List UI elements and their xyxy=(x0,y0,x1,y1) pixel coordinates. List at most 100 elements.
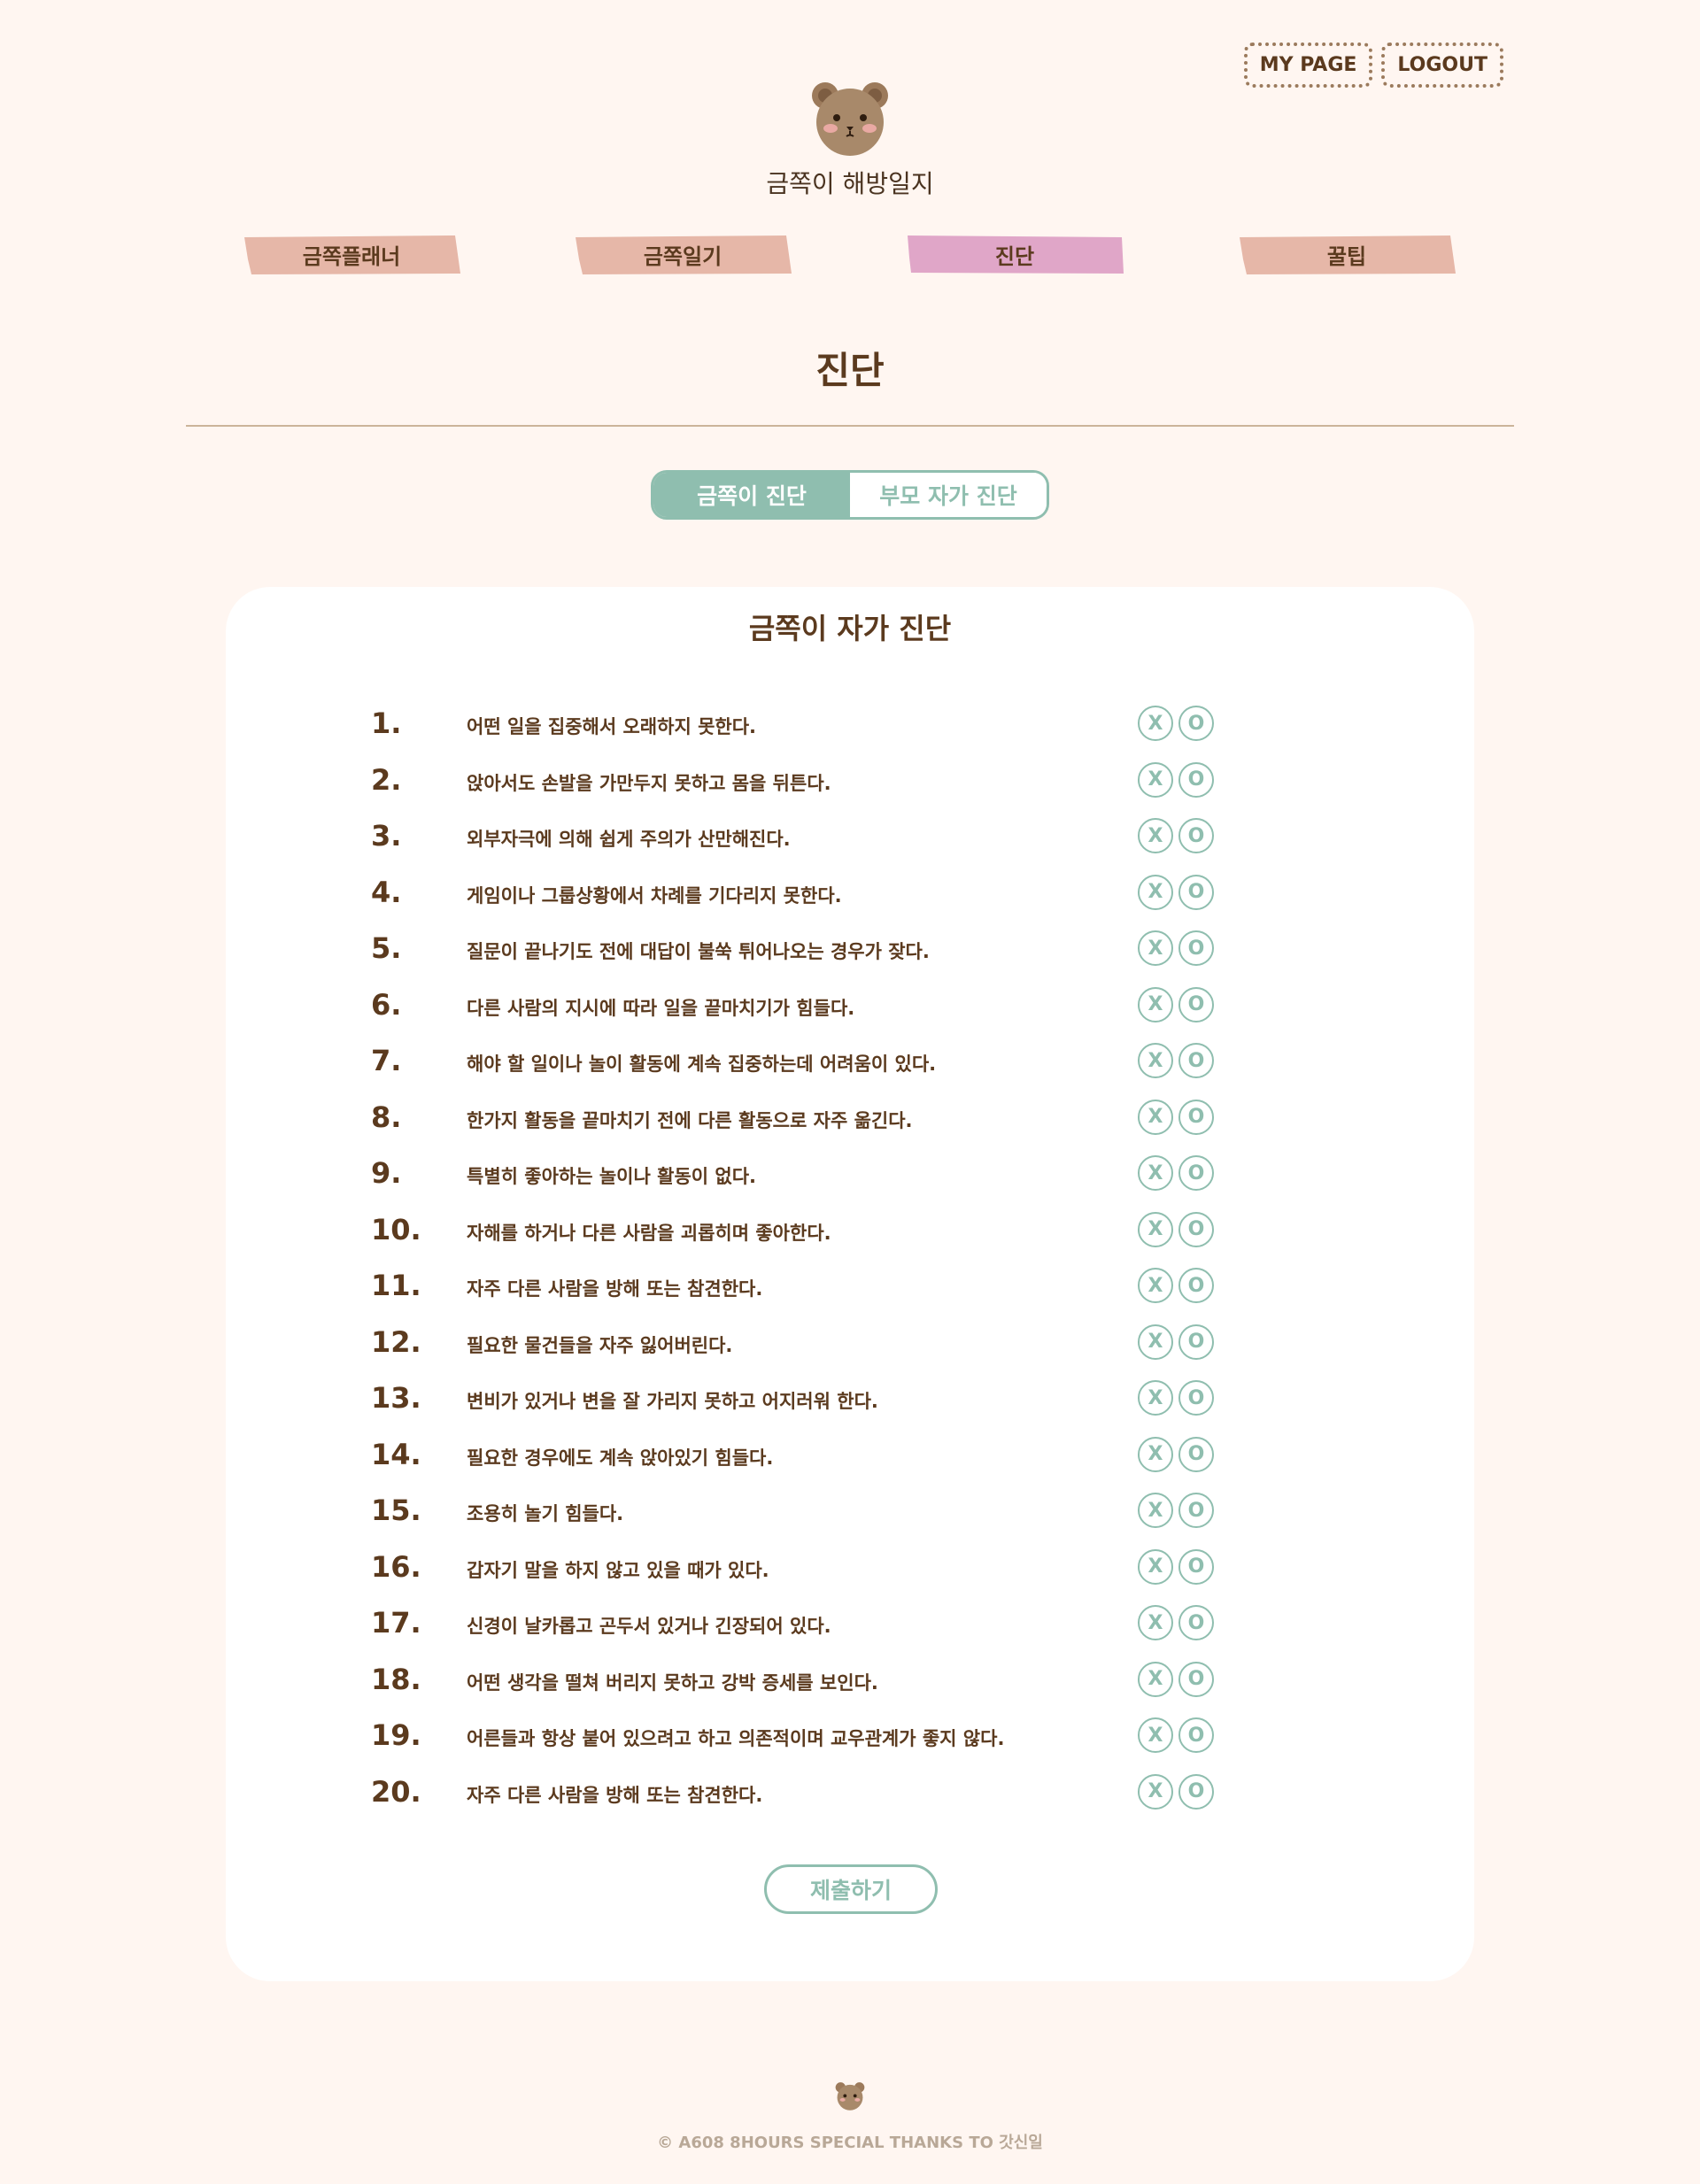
question-number: 6. xyxy=(371,987,402,1022)
tab-parent-self-diagnosis[interactable]: 부모 자가 진단 xyxy=(850,473,1047,517)
question-number: 14. xyxy=(371,1437,421,1471)
question-row: 8. 한가지 활동을 끝마치기 전에 다른 활동으로 자주 옮긴다. X O xyxy=(226,1095,1474,1139)
answer-yes-button[interactable]: O xyxy=(1178,1211,1214,1247)
question-row: 19. 어른들과 항상 붙어 있으려고 하고 의존적이며 교우관계가 좋지 않다.… xyxy=(226,1713,1474,1757)
answer-yes-button[interactable]: O xyxy=(1178,874,1214,910)
answer-no-button[interactable]: X xyxy=(1138,1493,1173,1528)
nav-item-tips[interactable]: 꿀팁 xyxy=(1238,233,1456,275)
question-number: 20. xyxy=(371,1774,421,1809)
question-number: 15. xyxy=(371,1493,421,1527)
answer-yes-button[interactable]: O xyxy=(1178,761,1214,798)
question-number: 1. xyxy=(371,706,402,740)
nav-item-diary[interactable]: 금쪽일기 xyxy=(574,233,792,275)
question-number: 9. xyxy=(371,1156,402,1190)
answer-no-button[interactable]: X xyxy=(1138,874,1173,910)
answer-no-button[interactable]: X xyxy=(1138,1380,1173,1416)
answer-yes-button[interactable]: O xyxy=(1178,1717,1214,1753)
question-text: 필요한 물건들을 자주 잃어버린다. xyxy=(467,1334,733,1356)
answer-no-button[interactable]: X xyxy=(1138,930,1173,966)
question-row: 14. 필요한 경우에도 계속 앉아있기 힘들다. X O xyxy=(226,1432,1474,1477)
submit-button[interactable]: 제출하기 xyxy=(764,1864,938,1914)
question-row: 18. 어떤 생각을 떨쳐 버리지 못하고 강박 증세를 보인다. X O xyxy=(226,1657,1474,1702)
answer-no-button[interactable]: X xyxy=(1138,706,1173,741)
question-row: 1. 어떤 일을 집중해서 오래하지 못한다. X O xyxy=(226,701,1474,745)
nav-item-label: 금쪽일기 xyxy=(643,243,722,269)
answer-yes-button[interactable]: O xyxy=(1178,1268,1214,1303)
answer-no-button[interactable]: X xyxy=(1138,1211,1173,1247)
footer-copyright: © A608 8HOURS SPECIAL THANKS TO 갓신일 xyxy=(657,2134,1043,2152)
question-text: 어떤 생각을 떨쳐 버리지 못하고 강박 증세를 보인다. xyxy=(467,1671,878,1694)
question-number: 17. xyxy=(371,1606,421,1640)
question-row: 16. 갑자기 말을 하지 않고 있을 때가 있다. X O xyxy=(226,1545,1474,1589)
answer-no-button[interactable]: X xyxy=(1138,1099,1173,1135)
answer-no-button[interactable]: X xyxy=(1138,986,1173,1023)
question-number: 11. xyxy=(371,1269,421,1302)
question-text: 게임이나 그룹상황에서 차례를 기다리지 못한다. xyxy=(467,884,842,907)
question-number: 4. xyxy=(371,875,402,909)
answer-no-button[interactable]: X xyxy=(1138,1324,1173,1360)
answer-no-button[interactable]: X xyxy=(1138,1773,1173,1810)
answer-yes-button[interactable]: O xyxy=(1178,1099,1214,1135)
question-row: 3. 외부자극에 의해 쉽게 주의가 산만해진다. X O xyxy=(226,814,1474,858)
survey-card: 금쪽이 자가 진단 1. 어떤 일을 집중해서 오래하지 못한다. X O 2. 앉아서도… xyxy=(226,587,1474,1981)
answer-yes-button[interactable]: O xyxy=(1178,1324,1214,1360)
question-text: 다른 사람의 지시에 따라 일을 끝마치기가 힘들다. xyxy=(467,997,855,1019)
question-text: 갑자기 말을 하지 않고 있을 때가 있다. xyxy=(467,1559,769,1581)
question-text: 자주 다른 사람을 방해 또는 참견한다. xyxy=(467,1784,763,1806)
question-text: 자주 다른 사람을 방해 또는 참견한다. xyxy=(467,1278,763,1300)
answer-yes-button[interactable]: O xyxy=(1178,1548,1214,1585)
question-number: 16. xyxy=(371,1549,421,1584)
diagnosis-tabs: 금쪽이 진단 부모 자가 진단 xyxy=(651,470,1049,520)
nav-item-diagnosis[interactable]: 진단 xyxy=(906,233,1124,275)
answer-yes-button[interactable]: O xyxy=(1178,1493,1214,1528)
survey-title: 금쪽이 자가 진단 xyxy=(748,612,952,645)
answer-yes-button[interactable]: O xyxy=(1178,818,1214,853)
question-text: 신경이 날카롭고 곤두서 있거나 긴장되어 있다. xyxy=(467,1616,831,1637)
question-text: 조용히 놀기 힘들다. xyxy=(467,1503,624,1524)
question-number: 5. xyxy=(371,931,402,965)
answer-yes-button[interactable]: O xyxy=(1178,1605,1214,1640)
answer-no-button[interactable]: X xyxy=(1138,1661,1173,1697)
question-text: 한가지 활동을 끝마치기 전에 다른 활동으로 자주 옮긴다. xyxy=(467,1109,913,1131)
answer-no-button[interactable]: X xyxy=(1138,818,1173,853)
answer-yes-button[interactable]: O xyxy=(1178,1380,1214,1416)
question-text: 자해를 하거나 다른 사람을 괴롭히며 좋아한다. xyxy=(467,1222,831,1244)
answer-yes-button[interactable]: O xyxy=(1178,1436,1214,1472)
answer-yes-button[interactable]: O xyxy=(1178,1043,1214,1078)
question-number: 18. xyxy=(371,1662,421,1696)
nav-item-planner[interactable]: 금쪽플래너 xyxy=(243,233,460,275)
answer-yes-button[interactable]: O xyxy=(1178,930,1214,966)
question-number: 3. xyxy=(371,819,402,853)
answer-yes-button[interactable]: O xyxy=(1178,1155,1214,1191)
question-number: 2. xyxy=(371,762,402,797)
question-text: 필요한 경우에도 계속 앉아있기 힘들다. xyxy=(467,1447,774,1469)
answer-no-button[interactable]: X xyxy=(1138,1605,1173,1640)
question-row: 2. 앉아서도 손발을 가만두지 못하고 몸을 뒤튼다. X O xyxy=(226,758,1474,802)
question-row: 13. 변비가 있거나 변을 잘 가리지 못하고 어지러워 한다. X O xyxy=(226,1376,1474,1420)
answer-no-button[interactable]: X xyxy=(1138,1717,1173,1753)
footer-bear-icon xyxy=(833,2080,867,2114)
answer-no-button[interactable]: X xyxy=(1138,1043,1173,1078)
logo-title: 금쪽이 해방일지 xyxy=(766,169,934,198)
answer-no-button[interactable]: X xyxy=(1138,761,1173,798)
question-row: 9. 특별히 좋아하는 놀이나 활동이 없다. X O xyxy=(226,1151,1474,1195)
question-row: 11. 자주 다른 사람을 방해 또는 참견한다. X O xyxy=(226,1263,1474,1308)
bear-logo-icon xyxy=(812,82,888,156)
answer-yes-button[interactable]: O xyxy=(1178,986,1214,1023)
answer-no-button[interactable]: X xyxy=(1138,1436,1173,1472)
answer-yes-button[interactable]: O xyxy=(1178,1773,1214,1810)
answer-yes-button[interactable]: O xyxy=(1178,706,1214,741)
answer-no-button[interactable]: X xyxy=(1138,1548,1173,1585)
question-number: 7. xyxy=(371,1044,402,1077)
answer-yes-button[interactable]: O xyxy=(1178,1661,1214,1697)
question-number: 12. xyxy=(371,1324,421,1359)
answer-no-button[interactable]: X xyxy=(1138,1155,1173,1191)
question-row: 17. 신경이 날카롭고 곤두서 있거나 긴장되어 있다. X O xyxy=(226,1601,1474,1645)
nav-item-label: 금쪽플래너 xyxy=(302,243,401,269)
answer-no-button[interactable]: X xyxy=(1138,1268,1173,1303)
question-number: 13. xyxy=(371,1381,421,1415)
question-row: 5. 질문이 끝나기도 전에 대답이 불쑥 튀어나오는 경우가 잦다. X O xyxy=(226,926,1474,970)
nav-item-label: 진단 xyxy=(994,243,1035,269)
tab-child-diagnosis[interactable]: 금쪽이 진단 xyxy=(653,473,850,517)
logo[interactable]: 금쪽이 해방일지 xyxy=(0,78,1700,200)
